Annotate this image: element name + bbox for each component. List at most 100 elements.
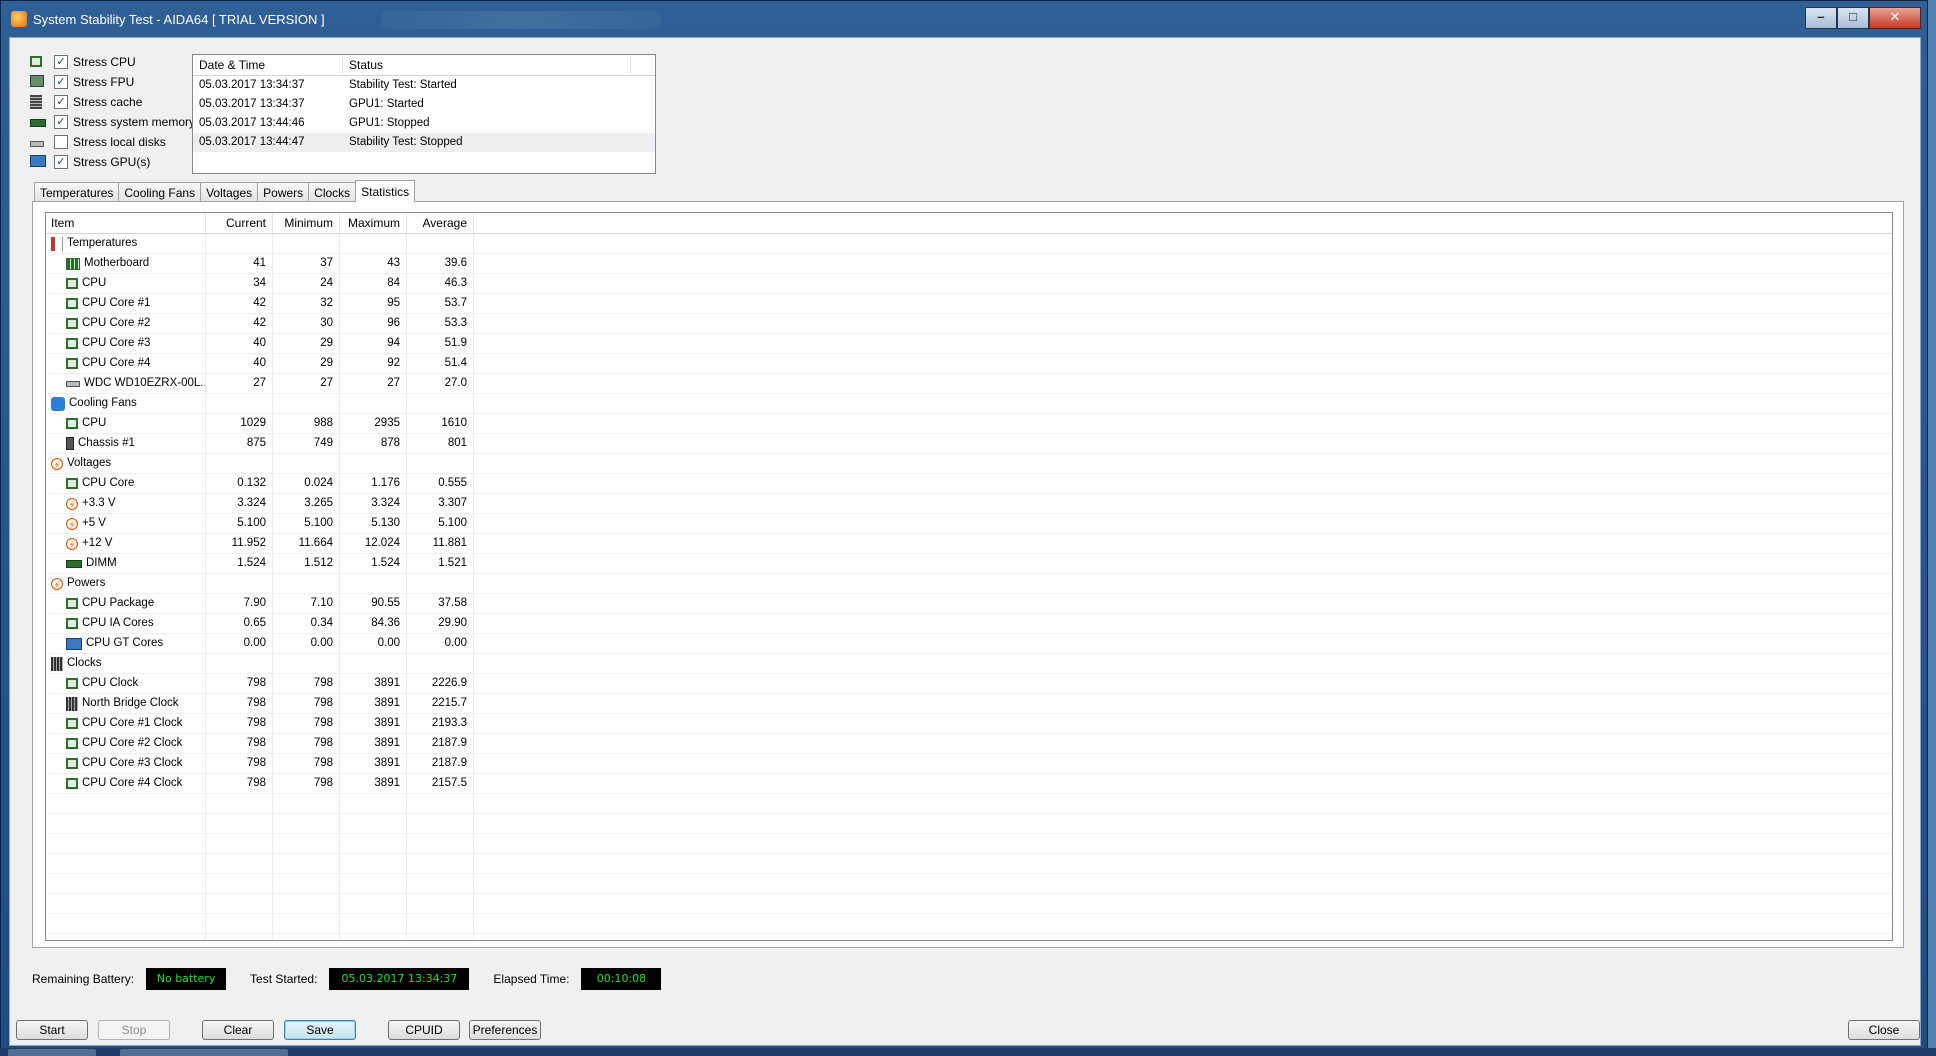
stress-option[interactable]: ✓ Stress system memory bbox=[30, 112, 195, 132]
stats-row[interactable]: CPU Package 7.90 7.10 90.55 37.58 bbox=[46, 594, 1892, 614]
stats-row[interactable]: CPU IA Cores 0.65 0.34 84.36 29.90 bbox=[46, 614, 1892, 634]
stats-row[interactable]: CPU Core #2 42 30 96 53.3 bbox=[46, 314, 1892, 334]
tab-cooling-fans[interactable]: Cooling Fans bbox=[118, 182, 202, 202]
statistics-table[interactable]: Item Current Minimum Maximum Average Tem… bbox=[45, 212, 1893, 941]
stats-row[interactable]: CPU 34 24 84 46.3 bbox=[46, 274, 1892, 294]
tab-voltages[interactable]: Voltages bbox=[200, 182, 259, 202]
taskbar bbox=[0, 1048, 1936, 1056]
log-col-datetime[interactable]: Date & Time bbox=[193, 55, 343, 75]
clear-button[interactable]: Clear bbox=[202, 1020, 274, 1040]
stats-item-cell bbox=[46, 794, 206, 813]
stress-fpu-checkbox[interactable]: ✓ bbox=[54, 75, 68, 89]
stress-gpu-checkbox[interactable]: ✓ bbox=[54, 155, 68, 169]
col-average[interactable]: Average bbox=[407, 213, 474, 233]
stats-group-row[interactable]: Clocks bbox=[46, 654, 1892, 674]
status-bar: Remaining Battery: No battery Test Start… bbox=[32, 968, 685, 990]
stats-min-cell: 798 bbox=[273, 734, 340, 753]
stats-row[interactable]: CPU Core #4 40 29 92 51.4 bbox=[46, 354, 1892, 374]
stats-cur-cell: 34 bbox=[206, 274, 273, 293]
stats-item-cell: ⚡ Powers bbox=[46, 574, 206, 593]
log-row[interactable]: 05.03.2017 13:44:46 GPU1: Stopped bbox=[193, 114, 655, 133]
stats-row[interactable]: DIMM 1.524 1.512 1.524 1.521 bbox=[46, 554, 1892, 574]
stop-button[interactable]: Stop bbox=[98, 1020, 170, 1040]
stats-max-cell: 27 bbox=[340, 374, 407, 393]
log-status: Stability Test: Stopped bbox=[349, 136, 463, 148]
stats-empty-row bbox=[46, 934, 1892, 940]
stress-cache-checkbox[interactable]: ✓ bbox=[54, 95, 68, 109]
stats-avg-cell: 53.3 bbox=[407, 314, 474, 333]
stats-row[interactable]: Chassis #1 875 749 878 801 bbox=[46, 434, 1892, 454]
stats-avg-cell: 2215.7 bbox=[407, 694, 474, 713]
stats-avg-cell: 29.90 bbox=[407, 614, 474, 633]
stats-row[interactable]: CPU 1029 988 2935 1610 bbox=[46, 414, 1892, 434]
log-col-status[interactable]: Status bbox=[343, 55, 631, 75]
stats-group-row[interactable]: Temperatures bbox=[46, 234, 1892, 254]
stress-option[interactable]: ✓ Stress CPU bbox=[30, 52, 195, 72]
stats-item-cell: Motherboard bbox=[46, 254, 206, 273]
stress-option[interactable]: ✓ Stress cache bbox=[30, 92, 195, 112]
taskbar-item[interactable] bbox=[120, 1049, 208, 1056]
col-minimum[interactable]: Minimum bbox=[273, 213, 340, 233]
save-button[interactable]: Save bbox=[284, 1020, 356, 1040]
stats-group-row[interactable]: ⚡ Voltages bbox=[46, 454, 1892, 474]
stats-row[interactable]: CPU GT Cores 0.00 0.00 0.00 0.00 bbox=[46, 634, 1892, 654]
stats-filler-cell bbox=[474, 334, 1892, 353]
stats-row[interactable]: WDC WD10EZRX-00L... 27 27 27 27.0 bbox=[46, 374, 1892, 394]
col-item[interactable]: Item bbox=[46, 213, 206, 233]
stats-cur-cell: 5.100 bbox=[206, 514, 273, 533]
maximize-button[interactable]: □ bbox=[1837, 7, 1869, 29]
stats-row[interactable]: ⚡ +3.3 V 3.324 3.265 3.324 3.307 bbox=[46, 494, 1892, 514]
stats-row[interactable]: CPU Core #2 Clock 798 798 3891 2187.9 bbox=[46, 734, 1892, 754]
log-row[interactable]: 05.03.2017 13:34:37 GPU1: Started bbox=[193, 95, 655, 114]
close-button[interactable]: Close bbox=[1848, 1020, 1920, 1040]
stats-item-label: +3.3 V bbox=[82, 497, 116, 509]
stats-filler-cell bbox=[474, 794, 1892, 813]
stats-max-cell bbox=[340, 894, 407, 913]
cpu-chip-icon bbox=[66, 318, 78, 329]
stats-avg-cell bbox=[407, 454, 474, 473]
battery-value: No battery bbox=[146, 968, 227, 990]
cpuid-button[interactable]: CPUID bbox=[388, 1020, 460, 1040]
col-current[interactable]: Current bbox=[206, 213, 273, 233]
stress-option[interactable]: Stress local disks bbox=[30, 132, 195, 152]
tab-clocks[interactable]: Clocks bbox=[308, 182, 357, 202]
stats-row[interactable]: ⚡ +12 V 11.952 11.664 12.024 11.881 bbox=[46, 534, 1892, 554]
stats-row[interactable]: Motherboard 41 37 43 39.6 bbox=[46, 254, 1892, 274]
stats-avg-cell bbox=[407, 914, 474, 933]
event-log[interactable]: Date & Time Status 05.03.2017 13:34:37 S… bbox=[192, 54, 656, 174]
log-row[interactable]: 05.03.2017 13:44:47 Stability Test: Stop… bbox=[193, 133, 655, 152]
preferences-button[interactable]: Preferences bbox=[469, 1020, 541, 1040]
stats-row[interactable]: CPU Core #1 Clock 798 798 3891 2193.3 bbox=[46, 714, 1892, 734]
stats-row[interactable]: CPU Core #4 Clock 798 798 3891 2157.5 bbox=[46, 774, 1892, 794]
stats-row[interactable]: CPU Core #3 Clock 798 798 3891 2187.9 bbox=[46, 754, 1892, 774]
stats-avg-cell: 0.555 bbox=[407, 474, 474, 493]
stress-option[interactable]: ✓ Stress GPU(s) bbox=[30, 152, 195, 172]
taskbar-item[interactable] bbox=[8, 1049, 96, 1056]
stress-memory-checkbox[interactable]: ✓ bbox=[54, 115, 68, 129]
close-window-button[interactable]: ✕ bbox=[1869, 7, 1921, 29]
log-row[interactable]: 05.03.2017 13:34:37 Stability Test: Star… bbox=[193, 76, 655, 95]
stats-row[interactable]: ⚡ +5 V 5.100 5.100 5.130 5.100 bbox=[46, 514, 1892, 534]
stats-row[interactable]: North Bridge Clock 798 798 3891 2215.7 bbox=[46, 694, 1892, 714]
stats-group-row[interactable]: ⚡ Powers bbox=[46, 574, 1892, 594]
stats-row[interactable]: CPU Core #3 40 29 94 51.9 bbox=[46, 334, 1892, 354]
minimize-button[interactable]: – bbox=[1805, 7, 1837, 29]
col-maximum[interactable]: Maximum bbox=[340, 213, 407, 233]
stats-filler-cell bbox=[474, 774, 1892, 793]
stats-cur-cell bbox=[206, 914, 273, 933]
title-bar[interactable]: System Stability Test - AIDA64 [ TRIAL V… bbox=[1, 1, 1927, 37]
stress-disks-checkbox[interactable] bbox=[54, 135, 68, 149]
stats-group-row[interactable]: Cooling Fans bbox=[46, 394, 1892, 414]
taskbar-item[interactable] bbox=[200, 1049, 288, 1056]
start-button[interactable]: Start bbox=[16, 1020, 88, 1040]
stats-row[interactable]: CPU Core 0.132 0.024 1.176 0.555 bbox=[46, 474, 1892, 494]
stats-row[interactable]: CPU Core #1 42 32 95 53.7 bbox=[46, 294, 1892, 314]
tab-statistics[interactable]: Statistics bbox=[355, 180, 416, 202]
stress-option[interactable]: ✓ Stress FPU bbox=[30, 72, 195, 92]
stress-cpu-checkbox[interactable]: ✓ bbox=[54, 55, 68, 69]
stats-avg-cell: 51.9 bbox=[407, 334, 474, 353]
stats-row[interactable]: CPU Clock 798 798 3891 2226.9 bbox=[46, 674, 1892, 694]
tab-temperatures[interactable]: Temperatures bbox=[34, 182, 120, 202]
tab-powers[interactable]: Powers bbox=[257, 182, 310, 202]
stats-max-cell: 90.55 bbox=[340, 594, 407, 613]
